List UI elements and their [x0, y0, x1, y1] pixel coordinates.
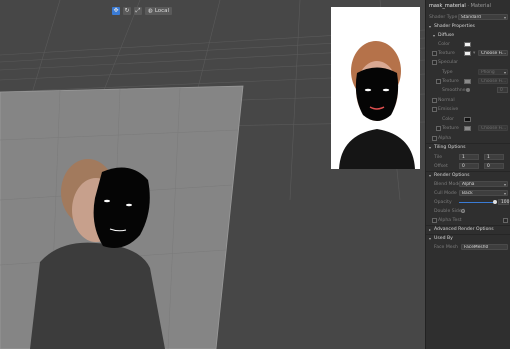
emissive-texture-checkbox[interactable]	[436, 126, 441, 131]
opacity-label: Opacity	[434, 200, 452, 205]
render-options-header[interactable]: Render Options	[434, 173, 470, 178]
cull-mode-dropdown[interactable]: Back	[459, 190, 508, 196]
local-space-toggle[interactable]: ◍ Local	[145, 7, 173, 15]
opacity-input[interactable]: 100	[498, 199, 509, 205]
emissive-header[interactable]: Emissive	[438, 107, 458, 112]
offset-x-input[interactable]: 0	[459, 163, 479, 169]
alpha-checkbox[interactable]	[432, 136, 437, 141]
emissive-choose-file-button[interactable]: Choose Fi...	[478, 125, 508, 131]
blend-mode-label: Blend Mode	[434, 182, 462, 187]
face-mesh-label: Face Mesh	[434, 245, 458, 250]
shader-type-dropdown[interactable]: Standard	[458, 14, 508, 20]
scene-viewport[interactable]: ✥ ↻ ⤢ ◍ Local	[0, 0, 425, 349]
diffuse-texture-thumb[interactable]	[464, 51, 471, 56]
emissive-texture-label: Texture	[442, 126, 459, 131]
used-by-header[interactable]: Used By	[434, 236, 453, 241]
double-sided-label: Double Sided	[434, 209, 465, 214]
diffuse-choose-file-button[interactable]: Choose Fi...	[478, 50, 508, 56]
specular-choose-file-button[interactable]: Choose Fi...	[478, 78, 508, 84]
normal-checkbox[interactable]	[432, 98, 437, 103]
specular-texture-checkbox[interactable]	[436, 79, 441, 84]
specular-header[interactable]: Specular	[438, 60, 458, 65]
smoothness-input[interactable]: 0	[497, 87, 508, 93]
info-icon[interactable]: i	[461, 209, 465, 214]
rotate-tool-button[interactable]: ↻	[123, 7, 131, 15]
diffuse-color-swatch[interactable]	[464, 42, 471, 47]
specular-texture-thumb[interactable]	[464, 79, 471, 84]
tile-label: Tile	[434, 155, 443, 160]
cull-mode-label: Cull Mode	[434, 191, 457, 196]
offset-label: Offset	[434, 164, 448, 169]
chevron-down-icon[interactable]: ▾	[429, 145, 431, 150]
chevron-down-icon[interactable]: ▾	[433, 33, 435, 38]
diffuse-color-label: Color	[438, 42, 450, 47]
emissive-color-label: Color	[442, 117, 454, 122]
shader-type-label: Shader Type	[429, 15, 458, 20]
emissive-texture-thumb[interactable]	[464, 126, 471, 131]
preview-image	[331, 7, 420, 169]
chevron-down-icon[interactable]: ▾	[429, 173, 431, 178]
move-tool-button[interactable]: ✥	[112, 7, 120, 15]
diffuse-header[interactable]: Diffuse	[438, 33, 454, 38]
alpha-test-checkbox[interactable]	[432, 218, 437, 223]
offset-y-input[interactable]: 0	[484, 163, 504, 169]
specular-type-label: Type	[442, 70, 453, 75]
smoothness-slider[interactable]	[466, 88, 470, 92]
normal-header[interactable]: Normal	[438, 98, 455, 103]
alpha-test-toggle[interactable]	[503, 218, 508, 223]
chevron-right-icon[interactable]: ▸	[429, 227, 431, 232]
opacity-slider-track[interactable]	[459, 201, 496, 203]
diffuse-texture-checkbox[interactable]	[432, 51, 437, 56]
specular-texture-label: Texture	[442, 79, 459, 84]
blend-mode-dropdown[interactable]: Alpha	[459, 181, 508, 187]
globe-icon: ◍	[148, 8, 153, 14]
face-mesh-reference[interactable]: FaceMesh0	[461, 244, 508, 250]
chevron-down-icon[interactable]: ▾	[429, 24, 431, 29]
scale-tool-button[interactable]: ⤢	[134, 7, 142, 15]
tiling-options-header[interactable]: Tiling Options	[434, 145, 466, 150]
alpha-header[interactable]: Alpha	[438, 136, 451, 141]
chevron-down-icon[interactable]: ▾	[429, 236, 431, 241]
camera-preview[interactable]	[331, 7, 420, 169]
alpha-test-label: Alpha Test	[438, 218, 462, 223]
chevron-down-icon[interactable]: ▾	[473, 51, 475, 56]
tile-y-input[interactable]: 1	[484, 154, 504, 160]
shader-properties-header[interactable]: Shader Properties	[434, 24, 475, 29]
opacity-slider-knob[interactable]	[493, 200, 497, 204]
advanced-render-options-header[interactable]: Advanced Render Options	[434, 227, 494, 232]
diffuse-texture-label: Texture	[438, 51, 455, 56]
specular-checkbox[interactable]	[432, 60, 437, 65]
viewport-toolbar: ✥ ↻ ⤢ ◍ Local	[112, 7, 173, 15]
tile-x-input[interactable]: 1	[459, 154, 479, 160]
emissive-color-swatch[interactable]	[464, 117, 471, 122]
specular-type-dropdown[interactable]: Phong	[478, 69, 508, 75]
emissive-checkbox[interactable]	[432, 107, 437, 112]
inspector-panel: mask_material · Material Shader Type Sta…	[425, 0, 510, 349]
panel-title: mask_material · Material	[429, 3, 491, 9]
